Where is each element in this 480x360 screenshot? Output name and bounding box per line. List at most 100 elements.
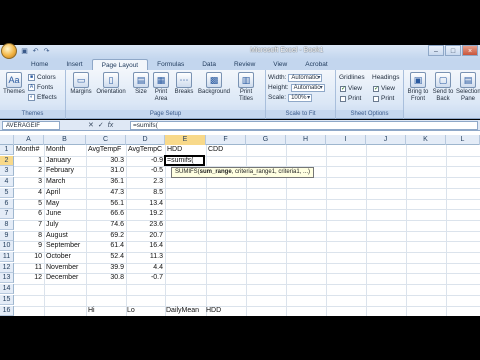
cell-avg-temp-c[interactable]: 4.4	[128, 263, 163, 273]
colors-button[interactable]: ■ Colors	[28, 73, 56, 82]
cell-month-number[interactable]: 5	[16, 199, 42, 209]
gridlines-print-option[interactable]: Print	[340, 94, 361, 103]
cell-header[interactable]: HDD	[167, 145, 204, 155]
row-header-4[interactable]: 4	[0, 177, 14, 188]
cell-avg-temp-c[interactable]: -0.9	[128, 156, 163, 166]
column-header-h[interactable]: H	[286, 135, 326, 145]
row-header-1[interactable]: 1	[0, 145, 14, 155]
row-header-6[interactable]: 6	[0, 198, 14, 209]
cell-avg-temp-f[interactable]: 61.4	[88, 241, 124, 251]
row-header-9[interactable]: 9	[0, 230, 14, 241]
send-to-back-button[interactable]: ▢ Send to Back	[431, 72, 455, 103]
tab-data[interactable]: Data	[193, 59, 225, 70]
fonts-button[interactable]: A Fonts	[28, 83, 53, 92]
select-all-corner[interactable]	[0, 135, 14, 145]
cell-month-name[interactable]: November	[46, 263, 84, 273]
cell-avg-temp-f[interactable]: 74.6	[88, 220, 124, 230]
cell-month-name[interactable]: July	[46, 220, 84, 230]
cell-avg-temp-c[interactable]: 19.2	[128, 209, 163, 219]
cell-month-name[interactable]: December	[46, 273, 84, 283]
gridlines-view-checkbox[interactable]: ✓	[340, 85, 346, 92]
row-header-8[interactable]: 8	[0, 219, 14, 230]
background-button[interactable]: ▩ Background	[196, 72, 232, 96]
column-header-j[interactable]: J	[366, 135, 406, 145]
cell-avg-temp-c[interactable]: 16.4	[128, 241, 163, 251]
cell-month-name[interactable]: April	[46, 188, 84, 198]
column-header-g[interactable]: G	[246, 135, 286, 145]
column-header-f[interactable]: F	[206, 135, 246, 145]
column-header-c[interactable]: C	[86, 135, 126, 145]
row-header-5[interactable]: 5	[0, 187, 14, 198]
maximize-button[interactable]: □	[445, 45, 461, 56]
row-header-16[interactable]: 16	[0, 305, 14, 316]
undo-icon[interactable]: ↶	[31, 47, 40, 56]
tab-page-layout[interactable]: Page Layout	[91, 59, 149, 70]
cell-header[interactable]: Month	[46, 145, 84, 155]
print-titles-button[interactable]: ▥ Print Titles	[234, 72, 258, 103]
cell-avg-temp-c[interactable]: 2.3	[128, 177, 163, 187]
cell-month-name[interactable]: May	[46, 199, 84, 209]
headings-view-checkbox[interactable]: ✓	[373, 85, 379, 92]
column-header-b[interactable]: B	[44, 135, 86, 145]
cell-avg-temp-f[interactable]: 30.8	[88, 273, 124, 283]
headings-view-option[interactable]: ✓ View	[373, 84, 395, 93]
cell-header[interactable]: AvgTempC	[128, 145, 163, 155]
column-header-l[interactable]: L	[446, 135, 480, 145]
close-button[interactable]: ×	[462, 45, 478, 56]
cell-month-number[interactable]: 8	[16, 231, 42, 241]
cell-month-number[interactable]: 7	[16, 220, 42, 230]
cell-avg-temp-f[interactable]: 47.3	[88, 188, 124, 198]
cell-header[interactable]: CDD	[208, 145, 244, 155]
gridlines-view-option[interactable]: ✓ View	[340, 84, 362, 93]
effects-button[interactable]: ◐ Effects	[28, 93, 57, 102]
office-button[interactable]	[1, 43, 17, 59]
worksheet-grid[interactable]: ABCDEFGHIJKLM 12345678910111213141516Mon…	[0, 131, 480, 316]
row-header-15[interactable]: 15	[0, 294, 14, 305]
cell-row16-label[interactable]: HDD	[206, 306, 221, 316]
column-header-e[interactable]: E	[165, 135, 206, 145]
cell-avg-temp-c[interactable]: 11.3	[128, 252, 163, 262]
cell-month-number[interactable]: 9	[16, 241, 42, 251]
scale-spinner[interactable]: 100%	[288, 93, 313, 102]
margins-button[interactable]: ▭ Margins	[69, 72, 93, 96]
headings-print-checkbox[interactable]	[373, 95, 379, 102]
minimize-button[interactable]: –	[428, 45, 444, 56]
cell-avg-temp-f[interactable]: 36.1	[88, 177, 124, 187]
cell-avg-temp-c[interactable]: 8.5	[128, 188, 163, 198]
height-dropdown[interactable]: Automatic	[290, 83, 325, 92]
active-cell-text[interactable]: =sumifs(	[167, 156, 194, 166]
name-box[interactable]: AVERAGEIF	[2, 121, 60, 130]
headings-print-option[interactable]: Print	[373, 94, 394, 103]
orientation-button[interactable]: ▯ Orientation	[95, 72, 127, 96]
insert-function-icon[interactable]: fx	[108, 121, 113, 130]
column-header-d[interactable]: D	[126, 135, 165, 145]
row-header-14[interactable]: 14	[0, 284, 14, 295]
gridlines-print-checkbox[interactable]	[340, 95, 346, 102]
cell-avg-temp-f[interactable]: 66.6	[88, 209, 124, 219]
cell-month-name[interactable]: January	[46, 156, 84, 166]
cell-month-name[interactable]: March	[46, 177, 84, 187]
tab-view[interactable]: View	[264, 59, 296, 70]
selection-pane-button[interactable]: ▤ Selection Pane	[456, 72, 480, 103]
cell-row16-label[interactable]: Hi	[88, 306, 95, 316]
cell-avg-temp-f[interactable]: 31.0	[88, 166, 124, 176]
cancel-icon[interactable]: ✕	[88, 121, 94, 130]
cell-avg-temp-f[interactable]: 69.2	[88, 231, 124, 241]
redo-icon[interactable]: ↷	[42, 47, 51, 56]
tab-insert[interactable]: Insert	[57, 59, 91, 70]
row-header-13[interactable]: 13	[0, 273, 14, 284]
cell-header[interactable]: AvgTempF	[88, 145, 124, 155]
cell-month-number[interactable]: 1	[16, 156, 42, 166]
cell-avg-temp-f[interactable]: 39.9	[88, 263, 124, 273]
bring-to-front-button[interactable]: ▣ Bring to Front	[406, 72, 430, 103]
print-area-button[interactable]: ▦ Print Area	[149, 72, 173, 103]
cell-month-name[interactable]: February	[46, 166, 84, 176]
cell-header[interactable]: Month#	[16, 145, 42, 155]
themes-button[interactable]: Aa Themes	[2, 72, 26, 96]
row-header-2[interactable]: 2	[0, 155, 14, 166]
cell-month-number[interactable]: 6	[16, 209, 42, 219]
cell-avg-temp-c[interactable]: 20.7	[128, 231, 163, 241]
cell-avg-temp-c[interactable]: -0.7	[128, 273, 163, 283]
tab-home[interactable]: Home	[22, 59, 57, 70]
cell-month-name[interactable]: October	[46, 252, 84, 262]
